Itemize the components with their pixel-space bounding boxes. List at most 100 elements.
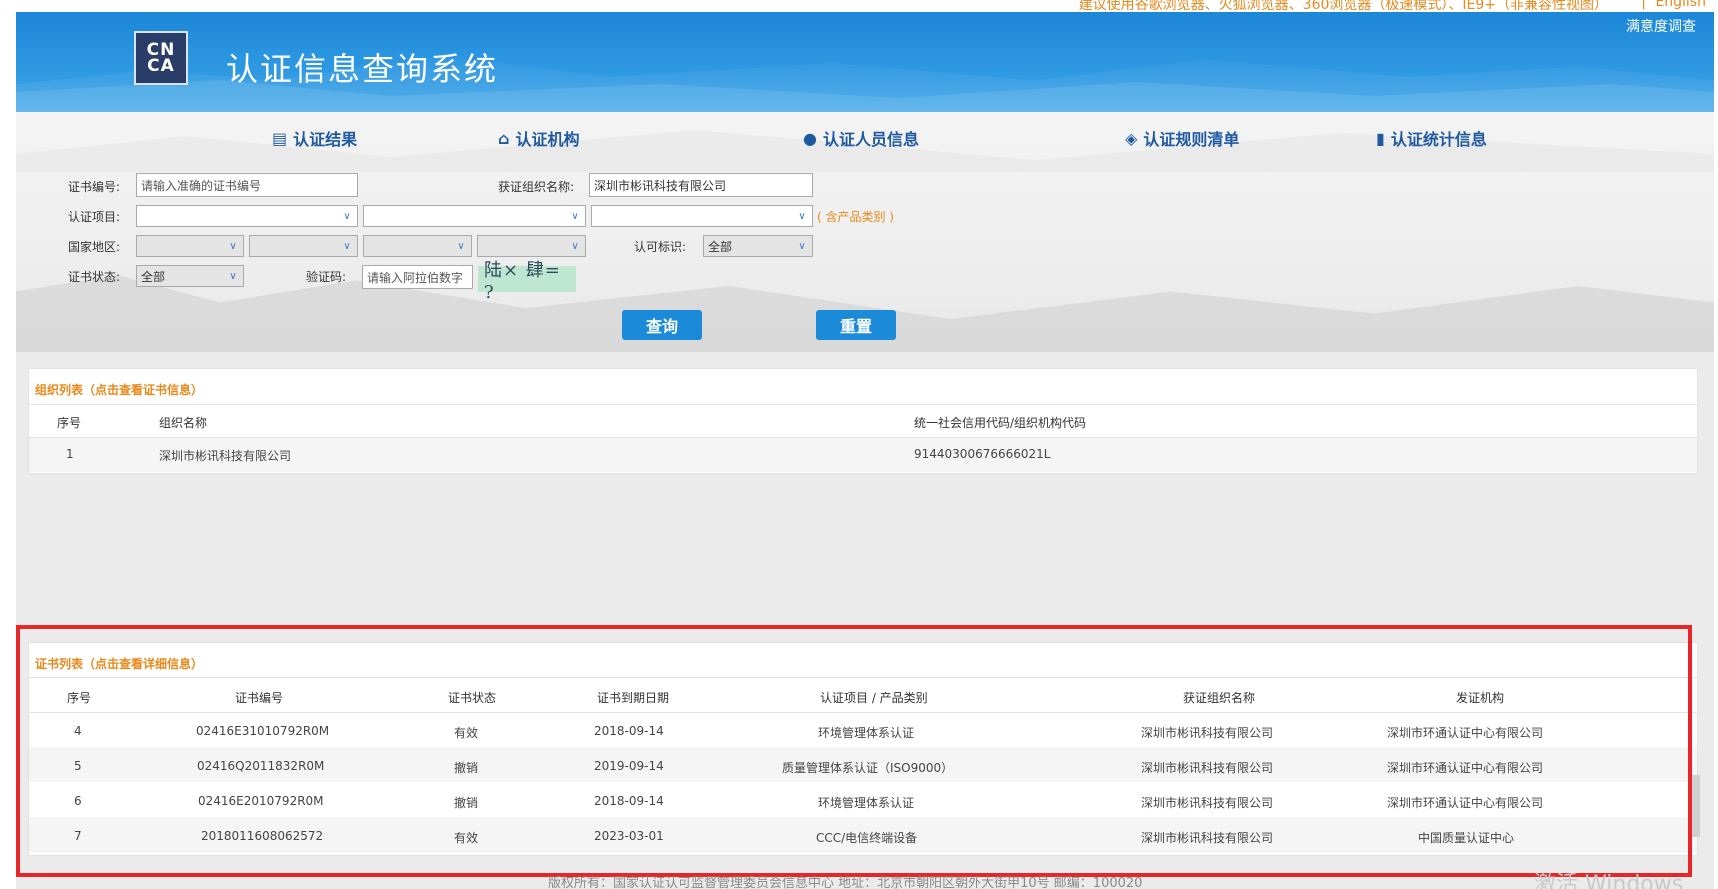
- cert-row-project: 质量管理体系认证（ISO9000）: [782, 761, 954, 775]
- cert-header-expiry: 证书到期日期: [597, 691, 670, 705]
- chevron-down-icon: ∨: [457, 240, 465, 252]
- org-header-name: 组织名称: [159, 416, 208, 430]
- org-row-credit-code: 91440300676666021L: [914, 447, 1051, 461]
- cert-row-cert-no[interactable]: 2018011608062572: [201, 829, 323, 843]
- cert-row-status: 有效: [454, 726, 479, 740]
- chevron-down-icon: ∨: [343, 210, 351, 222]
- project-select-3[interactable]: ∨: [591, 205, 813, 227]
- nav-rules-list[interactable]: ◈ 认证规则清单: [1125, 126, 1239, 150]
- divider: [29, 712, 1697, 713]
- nav-label: 认证人员信息: [822, 130, 919, 149]
- chevron-down-icon: ∨: [571, 240, 579, 252]
- list-icon: ▤: [272, 128, 288, 148]
- cert-header-org: 获证组织名称: [1183, 691, 1256, 705]
- nav-label: 认证机构: [515, 130, 580, 149]
- tags-icon: ◈: [1125, 128, 1138, 148]
- cert-row-expiry: 2019-09-14: [594, 759, 664, 773]
- region-select-2[interactable]: ∨: [249, 235, 358, 257]
- cert-row-index: 7: [74, 829, 82, 843]
- captcha-label: 验证码:: [305, 270, 346, 284]
- cert-row-project: CCC/电信终端设备: [816, 831, 918, 845]
- cert-no-label: 证书编号:: [67, 180, 120, 194]
- cert-row-index: 4: [74, 724, 82, 738]
- cert-row-issuer: 中国质量认证中心: [1418, 831, 1515, 845]
- chevron-down-icon: ∨: [571, 210, 579, 222]
- scrollbar-thumb[interactable]: [1692, 775, 1700, 837]
- cert-row-org: 深圳市彬讯科技有限公司: [1141, 831, 1274, 845]
- cert-header-issuer: 发证机构: [1456, 691, 1505, 705]
- chevron-down-icon: ∨: [798, 240, 806, 252]
- cert-row-expiry: 2023-03-01: [594, 829, 664, 843]
- org-name-label: 获证组织名称:: [497, 180, 574, 194]
- cert-row-status: 撤销: [454, 761, 479, 775]
- nav-statistics[interactable]: ▮ 认证统计信息: [1376, 126, 1487, 150]
- nav-label: 认证结果: [293, 130, 358, 149]
- survey-link[interactable]: 满意度调查: [1626, 16, 1696, 36]
- cert-row-index: 6: [74, 794, 82, 808]
- accreditation-select[interactable]: 全部 ∨: [703, 235, 813, 257]
- cert-row-project: 环境管理体系认证: [818, 796, 915, 810]
- project-select-1[interactable]: ∨: [136, 205, 358, 227]
- bar-chart-icon: ▮: [1376, 128, 1385, 148]
- accreditation-select-value: 全部: [708, 240, 733, 254]
- captcha-image[interactable]: 陆× 肆= ?: [478, 260, 576, 303]
- chevron-down-icon: ∨: [798, 210, 806, 222]
- cert-header-project: 认证项目 / 产品类别: [820, 691, 928, 705]
- cert-row-issuer: 深圳市环通认证中心有限公司: [1387, 761, 1544, 775]
- chevron-down-icon: ∨: [229, 270, 237, 282]
- cert-row-issuer: 深圳市环通认证中心有限公司: [1387, 726, 1544, 740]
- nav-cert-bodies[interactable]: ⌂ 认证机构: [498, 126, 579, 150]
- org-name-input[interactable]: 深圳市彬讯科技有限公司: [589, 173, 813, 197]
- cert-header-cert-no: 证书编号: [235, 691, 284, 705]
- region-select-3[interactable]: ∨: [363, 235, 472, 257]
- status-select[interactable]: 全部 ∨: [136, 265, 244, 287]
- cert-row-cert-no[interactable]: 02416E2010792R0M: [198, 794, 324, 808]
- chevron-down-icon: ∨: [343, 240, 351, 252]
- nav-label: 认证规则清单: [1143, 130, 1240, 149]
- logo-text: CN CA: [146, 40, 176, 76]
- cert-no-input[interactable]: 请输入准确的证书编号: [136, 173, 358, 197]
- cert-list-title: 证书列表（点击查看详细信息）: [35, 657, 204, 671]
- cert-header-index: 序号: [67, 691, 92, 705]
- status-label: 证书状态:: [67, 270, 120, 284]
- home-icon: ⌂: [498, 128, 510, 148]
- org-row-name[interactable]: 深圳市彬讯科技有限公司: [159, 447, 291, 464]
- accreditation-label: 认可标识:: [633, 240, 686, 254]
- cert-row-project: 环境管理体系认证: [818, 726, 915, 740]
- captcha-input[interactable]: 请输入阿拉伯数字: [362, 265, 473, 289]
- cnca-logo[interactable]: CN CA: [134, 31, 188, 85]
- cert-row-index: 5: [74, 759, 82, 773]
- english-link[interactable]: English: [1655, 0, 1706, 10]
- cert-row-expiry: 2018-09-14: [594, 724, 664, 738]
- project-label: 认证项目:: [67, 210, 120, 224]
- divider: [29, 677, 1697, 678]
- footer-copyright: 版权所有：国家认证认可监督管理委员会信息中心 地址：北京市朝阳区朝外大街甲10号…: [548, 876, 1143, 889]
- org-list-title: 组织列表（点击查看证书信息）: [35, 383, 204, 397]
- divider: [29, 404, 1697, 405]
- region-select-4[interactable]: ∨: [477, 235, 586, 257]
- cert-row-cert-no[interactable]: 02416Q2011832R0M: [197, 759, 324, 773]
- cert-row-cert-no[interactable]: 02416E31010792R0M: [196, 724, 329, 738]
- org-header-index: 序号: [57, 416, 82, 430]
- nav-personnel-info[interactable]: ● 认证人员信息: [803, 126, 919, 150]
- user-icon: ●: [803, 128, 817, 148]
- project-select-2[interactable]: ∨: [363, 205, 586, 227]
- cert-row-expiry: 2018-09-14: [594, 794, 664, 808]
- status-select-value: 全部: [141, 270, 166, 284]
- cert-row-status: 撤销: [454, 796, 479, 810]
- region-select-1[interactable]: ∨: [136, 235, 244, 257]
- cert-row-status: 有效: [454, 831, 479, 845]
- product-category-hint: ( 含产品类别 ): [817, 210, 894, 224]
- nav-cert-results[interactable]: ▤ 认证结果: [272, 126, 357, 150]
- chevron-down-icon: ∨: [229, 240, 237, 252]
- region-label: 国家地区:: [67, 240, 120, 254]
- lang-separator: |: [1641, 0, 1646, 10]
- org-row-index: 1: [66, 447, 74, 461]
- nav-label: 认证统计信息: [1390, 130, 1487, 149]
- cert-row-org: 深圳市彬讯科技有限公司: [1141, 726, 1274, 740]
- reset-button[interactable]: 重置: [816, 310, 896, 340]
- cert-row-org: 深圳市彬讯科技有限公司: [1141, 761, 1274, 775]
- query-button[interactable]: 查询: [622, 310, 702, 340]
- top-notice-bar: 建议使用谷歌浏览器、火狐浏览器、360浏览器（极速模式）、IE9+（非兼容性视图…: [0, 0, 1718, 12]
- cert-row-org: 深圳市彬讯科技有限公司: [1141, 796, 1274, 810]
